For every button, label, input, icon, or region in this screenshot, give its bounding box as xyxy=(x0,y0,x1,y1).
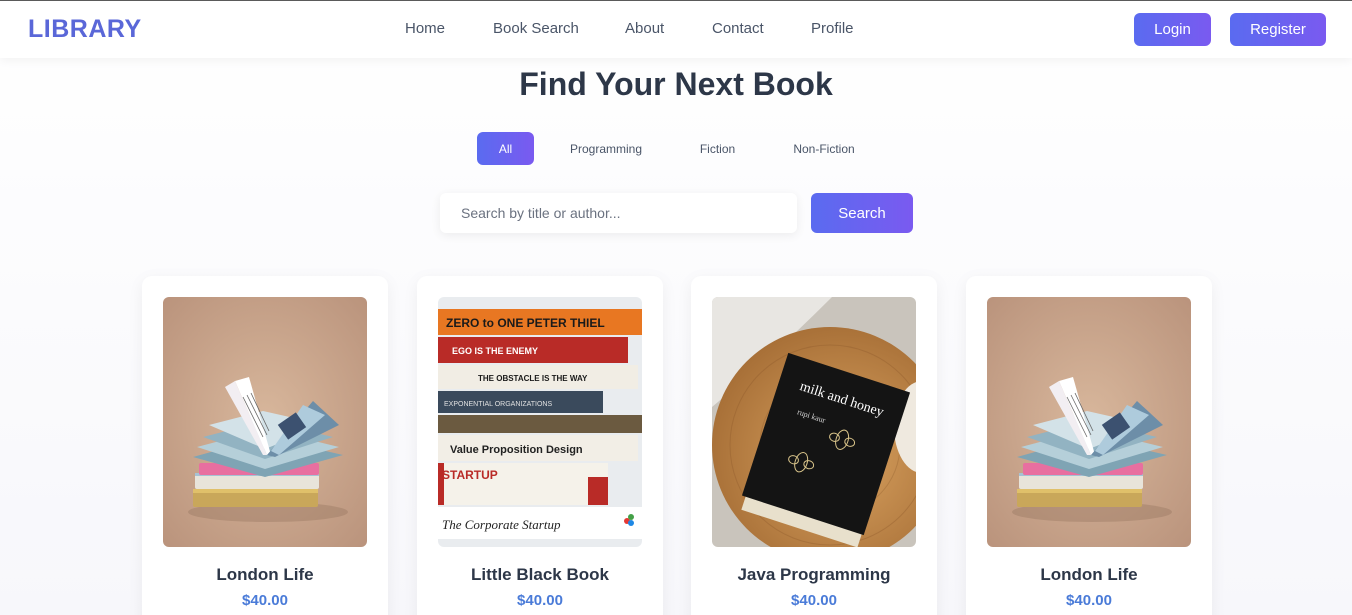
spine-label: STARTUP xyxy=(442,468,498,482)
book-card[interactable]: London Life $40.00 xyxy=(142,276,388,615)
nav-link-about[interactable]: About xyxy=(625,20,664,37)
book-spines-stack-image: ZERO to ONE PETER THIEL EGO IS THE ENEMY… xyxy=(438,297,642,547)
spine-label: Value Proposition Design xyxy=(450,444,583,456)
filter-tab-programming[interactable]: Programming xyxy=(563,132,649,165)
milk-and-honey-book-image: milk and honey rupi kaur xyxy=(712,297,916,547)
search-input[interactable] xyxy=(440,193,797,233)
book-cover-image[interactable]: ZERO to ONE PETER THIEL EGO IS THE ENEMY… xyxy=(438,297,642,547)
spine-label: ZERO to ONE PETER THIEL xyxy=(446,316,605,330)
book-price: $40.00 xyxy=(791,592,837,609)
spine-label: The Corporate Startup xyxy=(442,517,561,532)
page-title: Find Your Next Book xyxy=(519,66,833,102)
open-book-stack-image xyxy=(987,297,1191,547)
book-price: $40.00 xyxy=(517,592,563,609)
book-card[interactable]: ZERO to ONE PETER THIEL EGO IS THE ENEMY… xyxy=(417,276,663,615)
book-card[interactable]: milk and honey rupi kaur Java Programmin… xyxy=(691,276,937,615)
book-title[interactable]: London Life xyxy=(966,565,1212,585)
login-button[interactable]: Login xyxy=(1134,13,1211,46)
spine-label: EGO IS THE ENEMY xyxy=(452,346,538,356)
nav-link-book-search[interactable]: Book Search xyxy=(493,20,579,37)
filter-tab-all[interactable]: All xyxy=(477,132,534,165)
book-price: $40.00 xyxy=(242,592,288,609)
spine-label: THE OBSTACLE IS THE WAY xyxy=(478,374,588,383)
open-book-stack-image xyxy=(163,297,367,547)
filter-tab-non-fiction[interactable]: Non-Fiction xyxy=(786,132,862,165)
book-title[interactable]: Java Programming xyxy=(691,565,937,585)
nav-link-profile[interactable]: Profile xyxy=(811,20,854,37)
nav-link-contact[interactable]: Contact xyxy=(712,20,764,37)
book-cover-image[interactable] xyxy=(163,297,367,547)
filter-tab-fiction[interactable]: Fiction xyxy=(690,132,745,165)
brand-logo[interactable]: LIBRARY xyxy=(28,15,142,44)
book-cover-image[interactable] xyxy=(987,297,1191,547)
nav-link-home[interactable]: Home xyxy=(405,20,445,37)
book-title[interactable]: Little Black Book xyxy=(417,565,663,585)
book-card[interactable]: London Life $40.00 xyxy=(966,276,1212,615)
search-button[interactable]: Search xyxy=(811,193,913,233)
book-price: $40.00 xyxy=(1066,592,1112,609)
register-button[interactable]: Register xyxy=(1230,13,1326,46)
book-title[interactable]: London Life xyxy=(142,565,388,585)
book-cover-image[interactable]: milk and honey rupi kaur xyxy=(712,297,916,547)
spine-label: EXPONENTIAL ORGANIZATIONS xyxy=(444,401,552,408)
top-navbar: LIBRARY Home Book Search About Contact P… xyxy=(0,0,1352,58)
